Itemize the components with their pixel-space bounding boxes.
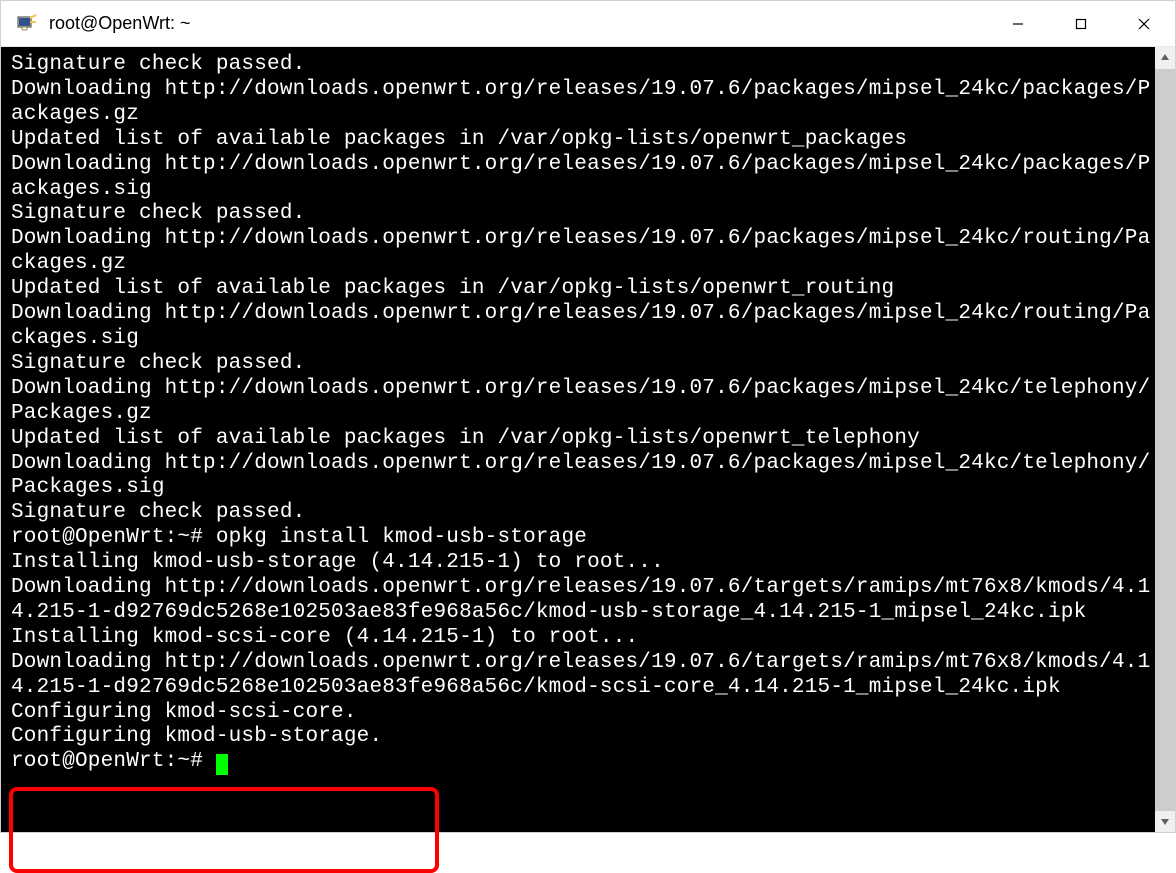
terminal-output[interactable]: Signature check passed. Downloading http… xyxy=(1,47,1155,832)
window-controls xyxy=(986,1,1175,46)
window-title: root@OpenWrt: ~ xyxy=(49,13,986,34)
putty-icon xyxy=(15,12,39,36)
titlebar[interactable]: root@OpenWrt: ~ xyxy=(1,1,1175,47)
scrollbar[interactable] xyxy=(1155,47,1175,832)
terminal-area: Signature check passed. Downloading http… xyxy=(1,47,1175,832)
cursor xyxy=(216,754,228,775)
scroll-thumb[interactable] xyxy=(1155,69,1175,811)
putty-window: root@OpenWrt: ~ Signature check passed. … xyxy=(0,0,1176,833)
maximize-button[interactable] xyxy=(1049,1,1112,46)
close-button[interactable] xyxy=(1112,1,1175,46)
scroll-up-arrow[interactable] xyxy=(1155,47,1175,67)
scroll-down-arrow[interactable] xyxy=(1155,812,1175,832)
minimize-button[interactable] xyxy=(986,1,1049,46)
